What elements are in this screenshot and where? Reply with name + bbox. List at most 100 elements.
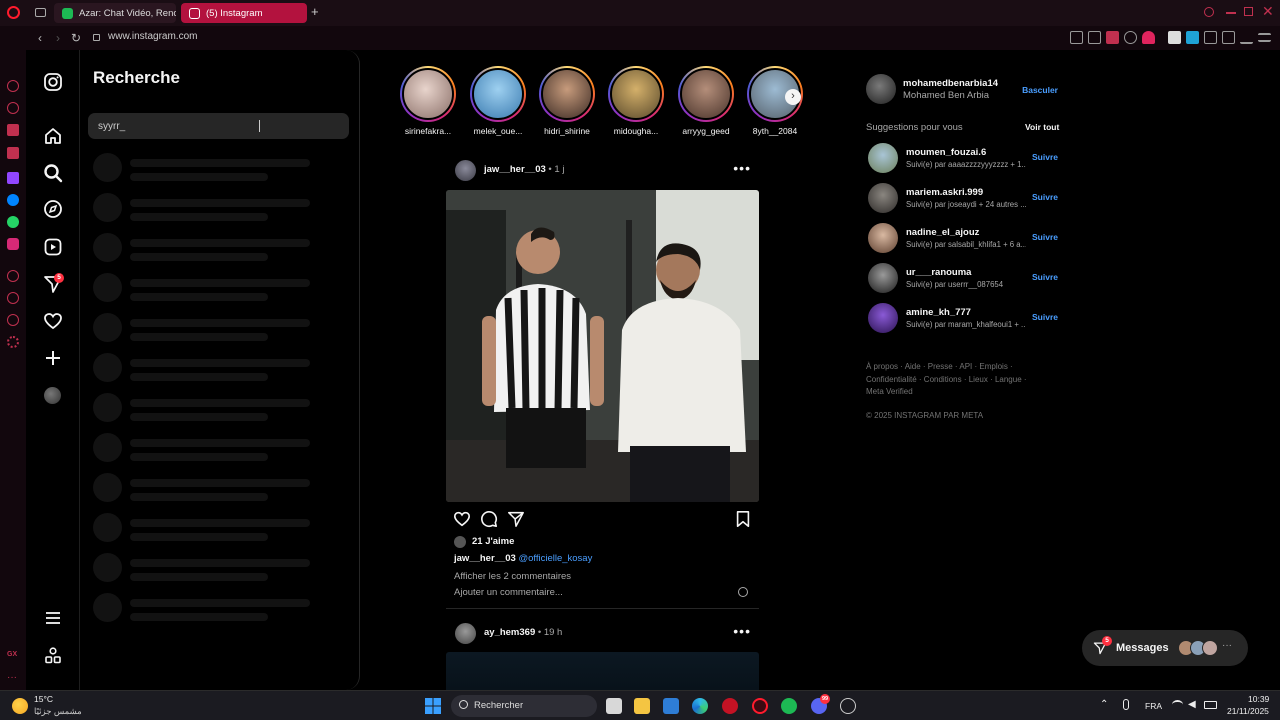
- post-author-username[interactable]: ay_hem369: [484, 627, 535, 638]
- task-view-icon[interactable]: [606, 698, 622, 714]
- antivirus-icon[interactable]: [722, 698, 738, 714]
- follow-button[interactable]: Suivre: [1032, 232, 1058, 242]
- download-icon[interactable]: [1240, 31, 1253, 44]
- notifications-heart-icon[interactable]: [43, 311, 63, 331]
- footer-links-line-3[interactable]: Meta Verified: [866, 387, 913, 396]
- story-item[interactable]: melek_oue...: [468, 66, 528, 136]
- microphone-icon[interactable]: [1123, 699, 1129, 710]
- windows-start-icon[interactable]: [425, 698, 441, 714]
- reload-icon[interactable]: ↻: [68, 30, 84, 46]
- whatsapp-icon[interactable]: [7, 216, 19, 228]
- more-icon[interactable]: ···: [7, 672, 17, 683]
- taskbar-search[interactable]: Rechercher: [451, 695, 597, 717]
- follow-button[interactable]: Suivre: [1032, 192, 1058, 202]
- player-icon[interactable]: [7, 147, 19, 159]
- post-image[interactable]: [446, 190, 759, 502]
- story-item[interactable]: sirinefakra...: [398, 66, 458, 136]
- suggestion-username[interactable]: ur___ranouma: [906, 267, 971, 278]
- threads-meta-icon[interactable]: [43, 646, 63, 666]
- follow-button[interactable]: Suivre: [1032, 152, 1058, 162]
- edge-icon[interactable]: [692, 698, 708, 714]
- view-comments-link[interactable]: Afficher les 2 commentaires: [454, 571, 571, 582]
- snapshot-icon[interactable]: [1088, 31, 1101, 44]
- home-icon[interactable]: [43, 126, 63, 146]
- opera-logo-icon[interactable]: [7, 6, 20, 19]
- news-icon[interactable]: [7, 124, 19, 136]
- url-field[interactable]: www.instagram.com: [108, 31, 197, 42]
- new-tab-button[interactable]: +: [311, 4, 319, 19]
- save-bookmark-icon[interactable]: [735, 510, 751, 528]
- forward-icon[interactable]: ›: [50, 30, 66, 46]
- extension-a-icon[interactable]: [1168, 31, 1181, 44]
- post-author-username[interactable]: jaw__her__03: [484, 164, 546, 175]
- wifi-icon[interactable]: [1172, 700, 1183, 709]
- suggestion-username[interactable]: nadine_el_ajouz: [906, 227, 979, 238]
- switch-account-button[interactable]: Basculer: [1022, 85, 1058, 95]
- search-icon[interactable]: [43, 163, 63, 183]
- spotify-icon[interactable]: [781, 698, 797, 714]
- extension-c-icon[interactable]: [1204, 31, 1217, 44]
- see-all-link[interactable]: Voir tout: [1025, 122, 1059, 132]
- post-image[interactable]: [446, 652, 759, 690]
- steam-icon[interactable]: [840, 698, 856, 714]
- post-more-options-icon[interactable]: •••: [733, 160, 751, 176]
- instagram-logo-icon[interactable]: [43, 72, 63, 92]
- comment-icon[interactable]: [480, 510, 498, 528]
- suggestion-username[interactable]: mariem.askri.999: [906, 187, 983, 198]
- search-tabs-icon[interactable]: [1204, 7, 1214, 17]
- story-item[interactable]: arryyg_geed: [676, 66, 736, 136]
- search-input[interactable]: [88, 113, 349, 139]
- suggestion-username[interactable]: amine_kh_777: [906, 307, 971, 318]
- clock-time[interactable]: 10:39: [1248, 694, 1269, 704]
- create-plus-icon[interactable]: [43, 348, 63, 368]
- show-hidden-icons-chevron-icon[interactable]: ⌃: [1100, 699, 1108, 710]
- extensions-side-icon[interactable]: [7, 314, 19, 326]
- ai-aria-icon[interactable]: [7, 80, 19, 92]
- vpn-shield-icon[interactable]: [1106, 31, 1119, 44]
- language-indicator[interactable]: FRA: [1145, 701, 1162, 711]
- opera-gx-taskbar-icon[interactable]: [752, 698, 768, 714]
- caption-mention[interactable]: @officielle_kosay: [518, 553, 592, 564]
- volume-icon[interactable]: ◀: [1188, 699, 1196, 710]
- messages-button[interactable]: 5 Messages ···: [1082, 630, 1248, 666]
- battery-icon[interactable]: [1204, 701, 1217, 709]
- extension-b-icon[interactable]: [1186, 31, 1199, 44]
- twitch-icon[interactable]: [7, 172, 19, 184]
- flow-send-icon[interactable]: [1124, 31, 1137, 44]
- file-explorer-icon[interactable]: [634, 698, 650, 714]
- clock-date[interactable]: 21/11/2025: [1227, 706, 1269, 716]
- menu-icon[interactable]: [1258, 33, 1271, 42]
- music-icon[interactable]: [7, 270, 19, 282]
- footer-links-line-2[interactable]: Confidentialité · Conditions · Lieux · L…: [866, 375, 1027, 384]
- extensions-icon[interactable]: [1222, 31, 1235, 44]
- follow-button[interactable]: Suivre: [1032, 312, 1058, 322]
- microsoft-store-icon[interactable]: [663, 698, 679, 714]
- pin-icon[interactable]: [1070, 31, 1083, 44]
- current-profile-avatar[interactable]: [866, 74, 896, 104]
- weather-temperature[interactable]: 15°C: [34, 694, 53, 704]
- emoji-icon[interactable]: [738, 587, 748, 597]
- caption-username[interactable]: jaw__her__03: [454, 553, 516, 564]
- suggestion-avatar[interactable]: [868, 183, 898, 213]
- suggestion-avatar[interactable]: [868, 303, 898, 333]
- story-item[interactable]: hidri_shirine: [537, 66, 597, 136]
- tab-azar[interactable]: Azar: Chat Vidéo, Rencont: [54, 3, 176, 23]
- more-menu-icon[interactable]: [43, 608, 63, 628]
- share-icon[interactable]: [507, 510, 525, 528]
- close-icon[interactable]: ✕: [1262, 3, 1274, 20]
- shopping-icon[interactable]: [7, 102, 19, 114]
- suggestion-avatar[interactable]: [868, 263, 898, 293]
- suggestion-avatar[interactable]: [868, 223, 898, 253]
- back-icon[interactable]: ‹: [32, 30, 48, 46]
- like-heart-icon[interactable]: [453, 510, 471, 528]
- add-comment-input[interactable]: Ajouter un commentaire...: [454, 587, 563, 598]
- tab-menu-icon[interactable]: [35, 8, 46, 17]
- story-item[interactable]: midougha...: [606, 66, 666, 136]
- footer-links-line-1[interactable]: À propos · Aide · Presse · API · Emplois…: [866, 362, 1013, 371]
- stories-next-arrow-icon[interactable]: ›: [785, 89, 801, 105]
- messenger-icon[interactable]: [7, 194, 19, 206]
- settings-icon[interactable]: [7, 336, 19, 348]
- follow-button[interactable]: Suivre: [1032, 272, 1058, 282]
- tab-instagram[interactable]: (5) Instagram: [181, 3, 307, 23]
- maximize-icon[interactable]: [1244, 7, 1253, 16]
